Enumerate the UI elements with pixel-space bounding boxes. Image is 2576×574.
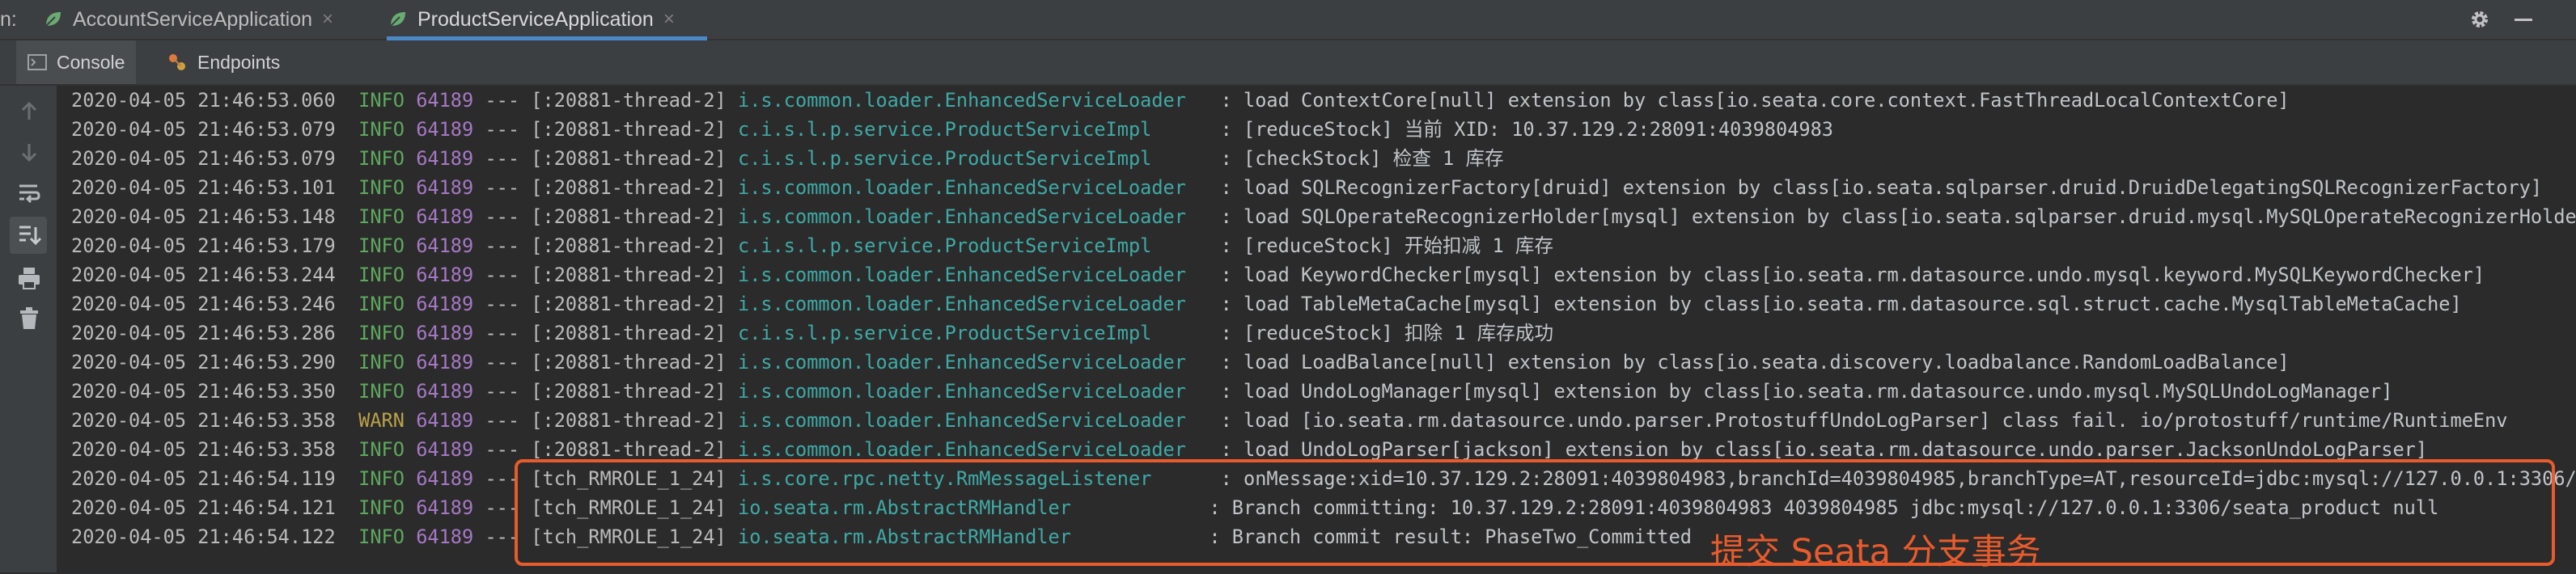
run-tab-label: AccountServiceApplication: [73, 7, 312, 31]
log-line: 2020-04-05 21:46:53.079 INFO 64189 --- […: [71, 147, 1504, 170]
log-line: 2020-04-05 21:46:53.350 INFO 64189 --- […: [71, 380, 2393, 403]
gear-icon[interactable]: [2468, 7, 2492, 32]
highlight-box: [515, 459, 2555, 566]
tab-endpoints[interactable]: Endpoints: [155, 40, 291, 84]
arrow-down-icon[interactable]: [16, 139, 42, 165]
soft-wrap-icon[interactable]: [16, 179, 42, 205]
run-tabs-bar: n: AccountServiceApplication × ProductSe…: [0, 0, 2576, 40]
tab-console[interactable]: Console: [16, 40, 137, 84]
minimize-icon[interactable]: [2511, 7, 2536, 32]
console-toolbar: [0, 86, 57, 572]
log-line: 2020-04-05 21:46:53.148 INFO 64189 --- […: [71, 205, 2576, 228]
log-line: 2020-04-05 21:46:53.358 WARN 64189 --- […: [71, 409, 2508, 432]
log-line: 2020-04-05 21:46:53.246 INFO 64189 --- […: [71, 293, 2462, 315]
log-line: 2020-04-05 21:46:53.290 INFO 64189 --- […: [71, 351, 2290, 374]
tab-label: Console: [57, 51, 125, 73]
run-tab-product-service[interactable]: ProductServiceApplication ×: [387, 0, 707, 40]
endpoints-icon: [169, 54, 185, 70]
trash-icon[interactable]: [16, 306, 42, 331]
scroll-to-end-icon[interactable]: [16, 222, 42, 248]
arrow-up-icon[interactable]: [16, 99, 42, 125]
run-label: n:: [0, 8, 17, 31]
spring-leaf-icon: [45, 12, 61, 27]
spring-leaf-icon: [390, 12, 405, 27]
log-line: 2020-04-05 21:46:53.286 INFO 64189 --- […: [71, 322, 1554, 344]
annotation-label: 提交 Seata 分支事务: [1710, 532, 2041, 572]
print-icon[interactable]: [16, 265, 42, 291]
close-icon[interactable]: ×: [663, 8, 675, 31]
log-line: 2020-04-05 21:46:53.179 INFO 64189 --- […: [71, 234, 1554, 257]
run-tab-account-service[interactable]: AccountServiceApplication ×: [42, 0, 350, 39]
close-icon[interactable]: ×: [322, 8, 333, 31]
log-line: 2020-04-05 21:46:53.101 INFO 64189 --- […: [71, 176, 2543, 199]
run-tab-label: ProductServiceApplication: [417, 7, 654, 31]
console-icon: [28, 54, 47, 70]
tool-tabs-bar: Console Endpoints: [0, 40, 2576, 86]
tab-label: Endpoints: [197, 51, 281, 73]
log-line: 2020-04-05 21:46:53.060 INFO 64189 --- […: [71, 89, 2290, 112]
log-line: 2020-04-05 21:46:53.079 INFO 64189 --- […: [71, 118, 1834, 141]
log-line: 2020-04-05 21:46:53.244 INFO 64189 --- […: [71, 264, 2485, 286]
